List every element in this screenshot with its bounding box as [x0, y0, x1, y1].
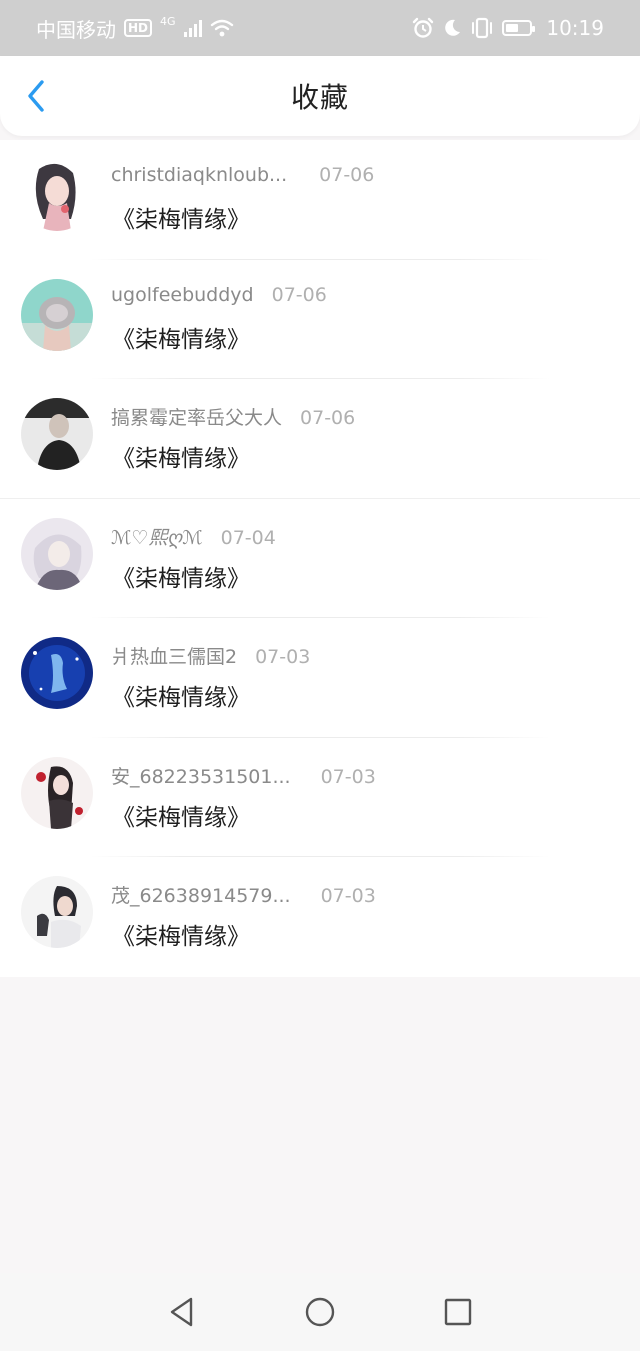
item-date: 07-03: [255, 646, 311, 668]
back-button[interactable]: [18, 78, 54, 114]
avatar: [21, 278, 93, 351]
list-item[interactable]: 搞累霉定率岳父大人 07-06 《柒梅情缘》: [0, 379, 640, 499]
nav-back-button[interactable]: [162, 1292, 202, 1332]
item-date: 07-06: [271, 283, 327, 306]
item-title: 《柒梅情缘》: [112, 924, 250, 950]
signal-icon: [183, 19, 202, 37]
nav-recents-button[interactable]: [438, 1292, 478, 1332]
list-item[interactable]: 茂_62638914579... 07-03 《柒梅情缘》: [0, 857, 640, 977]
list-item[interactable]: ℳ♡熙ღℳ 07-04 《柒梅情缘》: [0, 499, 640, 618]
item-title: 《柒梅情缘》: [112, 804, 250, 831]
item-date: 07-03: [320, 765, 376, 788]
user-name: 爿热血三儒国2: [111, 646, 238, 668]
avatar: [21, 398, 93, 470]
item-title: 《柒梅情缘》: [112, 326, 250, 353]
item-meta: ugolfeebuddyd 07-06: [111, 284, 327, 306]
avatar: [21, 756, 93, 829]
chevron-left-icon: [28, 80, 44, 112]
user-name: 安_68223531501...: [111, 765, 291, 788]
list-item[interactable]: ugolfeebuddyd 07-06 《柒梅情缘》: [0, 260, 640, 379]
hd-badge: HD: [124, 19, 153, 37]
status-bar: 中国移动 HD 4G 10:19: [0, 0, 640, 56]
avatar: [21, 876, 93, 948]
item-meta: 搞累霉定率岳父大人 07-06: [111, 403, 355, 430]
item-date: 07-06: [319, 164, 375, 186]
item-title: 《柒梅情缘》: [112, 685, 250, 711]
user-name: ugolfeebuddyd: [111, 283, 254, 306]
item-title: 《柒梅情缘》: [112, 565, 250, 592]
status-left: 中国移动 HD 4G: [36, 14, 234, 43]
clock-label: 10:19: [546, 16, 604, 40]
avatar: [21, 517, 93, 590]
nav-home-button[interactable]: [300, 1292, 340, 1332]
user-name: ℳ♡熙ღℳ: [111, 526, 203, 549]
list-item[interactable]: 安_68223531501... 07-03 《柒梅情缘》: [0, 738, 640, 857]
user-name: 搞累霉定率岳父大人: [111, 407, 283, 429]
favorites-list: christdiaqknloub... 07-06 《柒梅情缘》 ugolfee…: [0, 140, 640, 977]
item-meta: christdiaqknloub... 07-06: [111, 164, 374, 186]
carrier-label: 中国移动: [36, 17, 116, 42]
wifi-icon: [210, 19, 233, 37]
item-meta: 安_68223531501... 07-03: [111, 762, 376, 789]
avatar: [21, 159, 93, 231]
status-right: 10:19: [412, 16, 604, 40]
list-item[interactable]: 爿热血三儒国2 07-03 《柒梅情缘》: [0, 618, 640, 738]
item-date: 07-06: [300, 407, 356, 429]
battery-icon: [502, 20, 536, 36]
header-bar: 收藏: [0, 56, 640, 136]
item-meta: 茂_62638914579... 07-03: [111, 881, 376, 908]
item-title: 《柒梅情缘》: [112, 446, 250, 472]
item-meta: ℳ♡熙ღℳ 07-04: [111, 523, 276, 550]
page-title: 收藏: [290, 81, 349, 114]
user-name: christdiaqknloub...: [111, 164, 288, 186]
moon-icon: [445, 19, 461, 36]
system-nav-bar: [0, 1273, 640, 1351]
item-date: 07-04: [220, 526, 276, 549]
list-item[interactable]: christdiaqknloub... 07-06 《柒梅情缘》: [0, 140, 640, 260]
circle-home-icon: [305, 1297, 335, 1327]
square-recents-icon: [444, 1298, 472, 1326]
vibrate-icon: [472, 17, 493, 39]
network-label: 4G: [160, 14, 176, 28]
item-date: 07-03: [320, 885, 376, 907]
avatar: [21, 637, 93, 709]
user-name: 茂_62638914579...: [111, 885, 291, 907]
triangle-back-icon: [170, 1297, 193, 1327]
alarm-icon: [413, 17, 434, 38]
item-meta: 爿热血三儒国2 07-03: [111, 642, 310, 669]
item-title: 《柒梅情缘》: [112, 207, 250, 233]
